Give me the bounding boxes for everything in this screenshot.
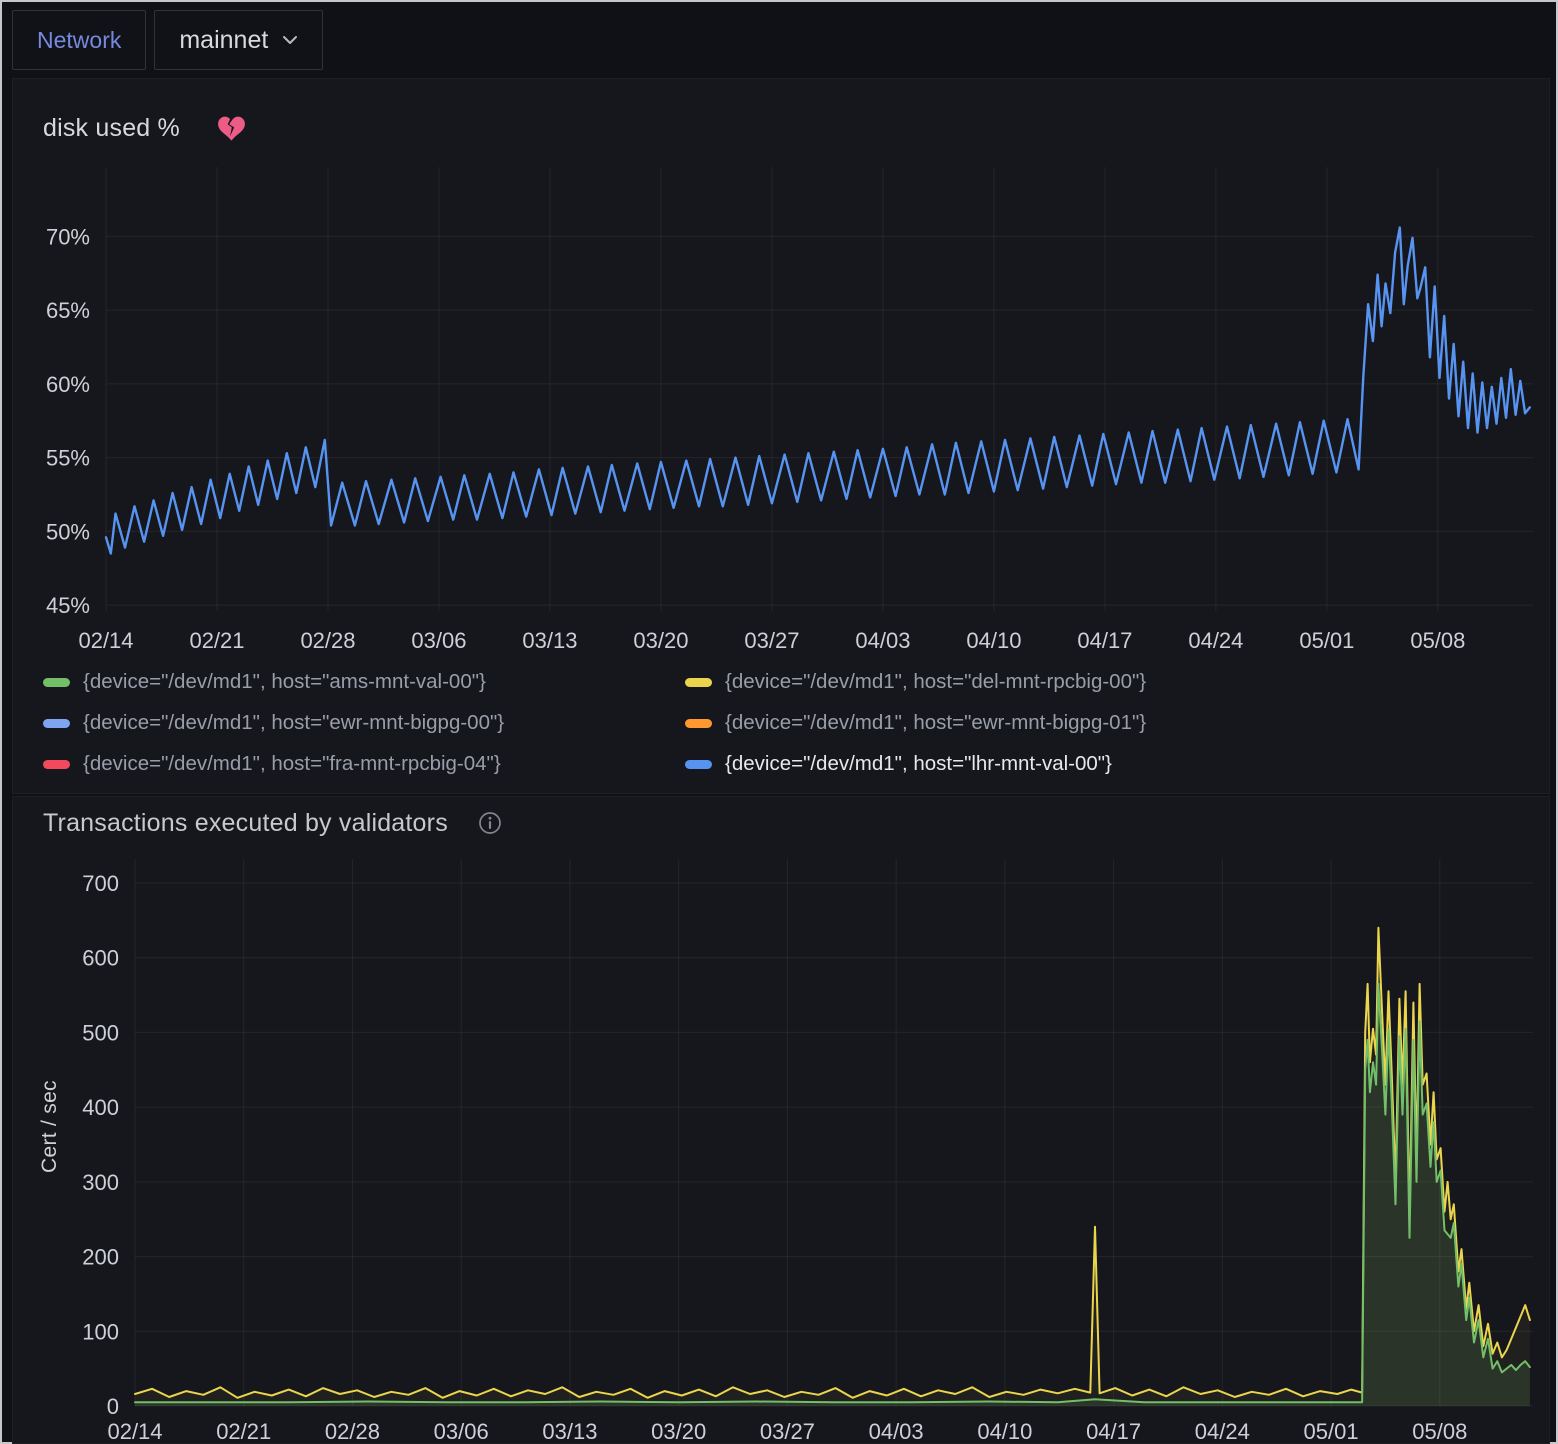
info-icon[interactable] xyxy=(478,811,502,835)
chevron-down-icon xyxy=(282,35,298,45)
svg-text:45%: 45% xyxy=(46,593,90,618)
svg-text:05/01: 05/01 xyxy=(1304,1419,1359,1441)
legend-series-label: {device="/dev/md1", host="ewr-mnt-bigpg-… xyxy=(725,711,1146,735)
svg-text:60%: 60% xyxy=(46,372,90,397)
variable-label: Network xyxy=(37,27,121,54)
svg-text:700: 700 xyxy=(82,871,119,896)
grafana-dashboard: Network mainnet disk used % 02/1402/2102… xyxy=(0,0,1558,1444)
legend-series-label: {device="/dev/md1", host="ams-mnt-val-00… xyxy=(83,670,486,694)
svg-text:600: 600 xyxy=(82,946,119,971)
y-axis-label: Cert / sec xyxy=(35,857,65,1397)
legend-item[interactable]: {device="/dev/md1", host="del-mnt-rpcbig… xyxy=(685,670,1549,694)
legend-item[interactable]: {device="/dev/md1", host="fra-mnt-rpcbig… xyxy=(43,752,657,776)
panel-disk-used: disk used % 02/14 02/21 02/28 03/06 03/13 03/… xyxy=(12,78,1550,794)
panel-title-disk[interactable]: disk used % xyxy=(43,114,180,143)
svg-text:02/21: 02/21 xyxy=(216,1419,271,1441)
legend-series-swatch xyxy=(685,678,712,687)
svg-text:04/17: 04/17 xyxy=(1077,628,1132,653)
svg-text:300: 300 xyxy=(82,1170,119,1195)
svg-text:04/24: 04/24 xyxy=(1195,1419,1250,1441)
panel-tx-header: Transactions executed by validators xyxy=(13,797,1549,841)
svg-text:04/24: 04/24 xyxy=(1188,628,1243,653)
legend-series-swatch xyxy=(685,719,712,728)
svg-text:03/27: 03/27 xyxy=(744,628,799,653)
broken-heart-icon[interactable] xyxy=(218,115,245,141)
svg-text:05/08: 05/08 xyxy=(1412,1419,1467,1441)
legend-item[interactable]: {device="/dev/md1", host="ewr-mnt-bigpg-… xyxy=(43,711,657,735)
svg-text:04/03: 04/03 xyxy=(869,1419,924,1441)
legend-series-label: {device="/dev/md1", host="ewr-mnt-bigpg-… xyxy=(83,711,504,735)
svg-text:04/10: 04/10 xyxy=(977,1419,1032,1441)
disk-used-chart[interactable]: 02/14 02/21 02/28 03/06 03/13 03/20 03/27 04/03… xyxy=(13,153,1551,658)
legend-series-swatch xyxy=(685,760,712,769)
legend-item[interactable]: {device="/dev/md1", host="ams-mnt-val-00… xyxy=(43,670,657,694)
svg-text:03/27: 03/27 xyxy=(760,1419,815,1441)
legend-series-label: {device="/dev/md1", host="del-mnt-rpcbig… xyxy=(725,670,1146,694)
svg-text:03/06: 03/06 xyxy=(434,1419,489,1441)
legend-series-label: {device="/dev/md1", host="lhr-mnt-val-00… xyxy=(725,752,1112,776)
variable-value: mainnet xyxy=(179,26,268,55)
svg-text:200: 200 xyxy=(82,1245,119,1270)
panel-disk-header: disk used % xyxy=(13,79,1549,153)
svg-text:500: 500 xyxy=(82,1020,119,1045)
svg-text:400: 400 xyxy=(82,1095,119,1120)
variable-toolbar: Network mainnet xyxy=(12,10,1546,70)
svg-text:02/14: 02/14 xyxy=(107,1419,162,1441)
legend-item[interactable]: {device="/dev/md1", host="ewr-mnt-bigpg-… xyxy=(685,711,1549,735)
variable-network-label-box: Network xyxy=(12,10,146,70)
svg-text:0: 0 xyxy=(107,1394,119,1419)
svg-text:05/08: 05/08 xyxy=(1410,628,1465,653)
svg-text:100: 100 xyxy=(82,1319,119,1344)
svg-text:03/13: 03/13 xyxy=(522,628,577,653)
svg-text:02/21: 02/21 xyxy=(189,628,244,653)
svg-text:55%: 55% xyxy=(46,446,90,471)
legend-series-swatch xyxy=(43,719,70,728)
legend-series-swatch xyxy=(43,678,70,687)
svg-text:50%: 50% xyxy=(46,519,90,544)
svg-text:70%: 70% xyxy=(46,224,90,249)
panel-title-transactions[interactable]: Transactions executed by validators xyxy=(43,809,448,838)
panel-transactions: Transactions executed by validators Cert… xyxy=(12,796,1550,1444)
svg-text:05/01: 05/01 xyxy=(1299,628,1354,653)
svg-text:04/03: 04/03 xyxy=(855,628,910,653)
svg-text:03/13: 03/13 xyxy=(542,1419,597,1441)
svg-text:04/10: 04/10 xyxy=(966,628,1021,653)
legend: {device="/dev/md1", host="ams-mnt-val-00… xyxy=(13,658,1549,776)
svg-text:02/28: 02/28 xyxy=(325,1419,380,1441)
svg-text:65%: 65% xyxy=(46,298,90,323)
legend-series-label: {device="/dev/md1", host="fra-mnt-rpcbig… xyxy=(83,752,501,776)
legend-series-swatch xyxy=(43,760,70,769)
svg-text:04/17: 04/17 xyxy=(1086,1419,1141,1441)
svg-text:03/06: 03/06 xyxy=(411,628,466,653)
svg-text:03/20: 03/20 xyxy=(633,628,688,653)
svg-text:02/14: 02/14 xyxy=(78,628,133,653)
svg-text:02/28: 02/28 xyxy=(300,628,355,653)
legend-item[interactable]: {device="/dev/md1", host="lhr-mnt-val-00… xyxy=(685,752,1549,776)
svg-text:03/20: 03/20 xyxy=(651,1419,706,1441)
variable-value-dropdown[interactable]: mainnet xyxy=(154,10,323,70)
transactions-chart[interactable]: 02/14 02/21 02/28 03/06 03/13 03/20 03/27 04/03… xyxy=(13,841,1551,1441)
